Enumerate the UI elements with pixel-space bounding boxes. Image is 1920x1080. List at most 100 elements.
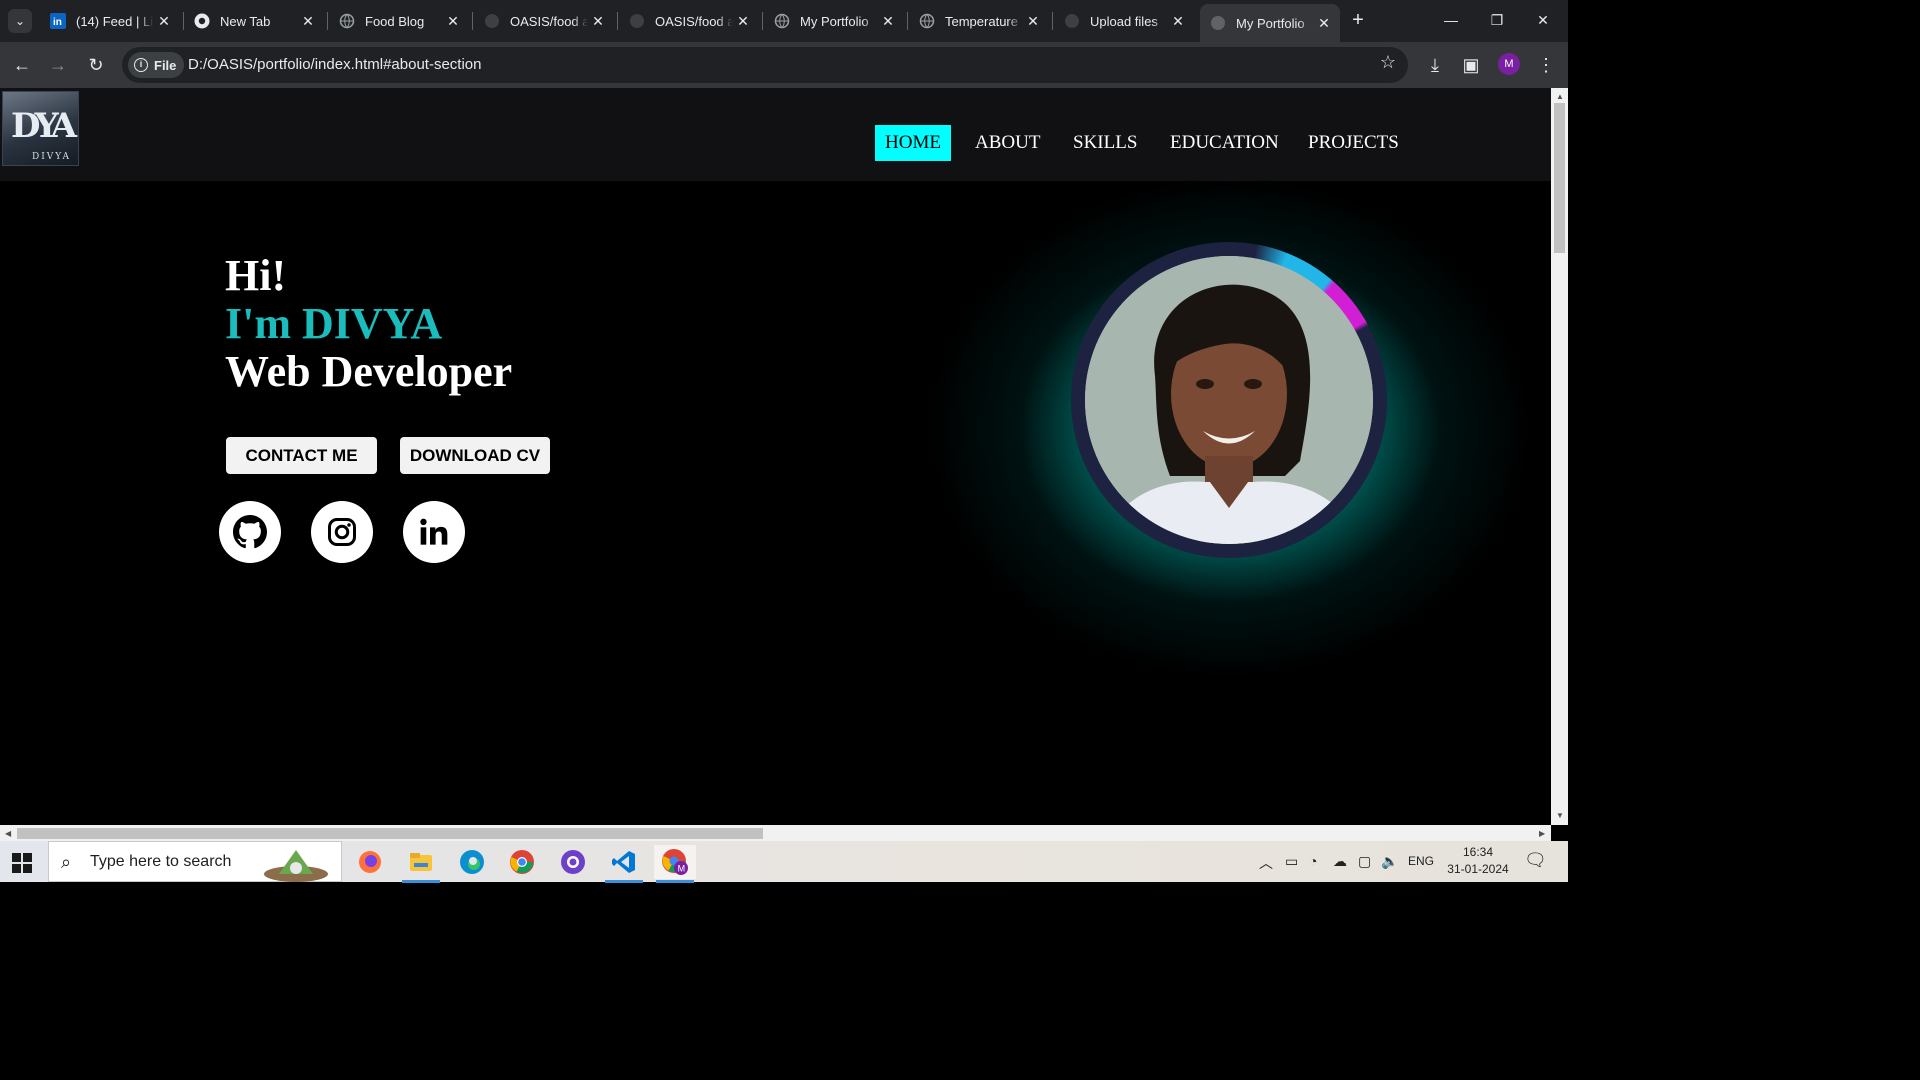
nav-about[interactable]: ABOUT [965, 125, 1050, 161]
logo-mark: DYA [11, 106, 77, 146]
window-close-button[interactable]: ✕ [1520, 0, 1566, 40]
linkedin-icon [420, 518, 448, 545]
new-tab-button[interactable]: + [1346, 9, 1370, 33]
github-icon [484, 13, 500, 29]
linkedin-link[interactable] [403, 501, 465, 563]
hero-role: Web Developer [225, 347, 513, 396]
nav-home[interactable]: HOME [875, 125, 951, 161]
tab-oasis-food-1[interactable]: OASIS/food app ✕ [474, 6, 614, 36]
tab-my-portfolio[interactable]: My Portfolio ✕ [764, 6, 904, 36]
tab-my-portfolio-active[interactable]: My Portfolio ✕ [1200, 4, 1340, 42]
profile-photo [1085, 256, 1373, 544]
site-info-chip[interactable]: i File [128, 52, 185, 78]
profile-avatar[interactable]: M [1498, 53, 1520, 75]
scroll-up-icon[interactable]: ▲ [1556, 92, 1564, 101]
taskbar-github-desktop[interactable] [552, 845, 594, 879]
taskbar-vscode[interactable] [603, 845, 645, 883]
close-icon[interactable]: ✕ [878, 13, 898, 30]
tab-label: Food Blog [365, 13, 425, 29]
tab-separator [1052, 12, 1053, 30]
vertical-scroll-thumb[interactable] [1554, 103, 1565, 253]
close-icon[interactable]: ✕ [733, 13, 753, 30]
close-icon[interactable]: ✕ [1168, 13, 1188, 30]
nav-education[interactable]: EDUCATION [1160, 125, 1289, 161]
downloads-button[interactable]: ⤓ [1421, 51, 1449, 79]
nav-skills[interactable]: SKILLS [1063, 125, 1147, 161]
search-placeholder: Type here to search [90, 853, 232, 870]
github-icon [1064, 13, 1080, 29]
close-icon[interactable]: ✕ [443, 13, 463, 30]
scroll-right-icon[interactable]: ▶ [1539, 829, 1545, 838]
page-viewport: DYA DIVYA HOME ABOUT SKILLS EDUCATION PR… [0, 88, 1551, 825]
tab-new-tab[interactable]: New Tab ✕ [184, 6, 324, 36]
close-icon[interactable]: ✕ [1023, 13, 1043, 30]
start-button[interactable] [12, 853, 32, 873]
tab-food-blog[interactable]: Food Blog ✕ [329, 6, 469, 36]
notifications-icon[interactable]: 🗨 [1524, 850, 1547, 871]
globe-icon [1210, 15, 1226, 31]
tab-linkedin[interactable]: in (14) Feed | LinkedIn ✕ [40, 6, 180, 36]
taskbar-edge[interactable] [451, 845, 493, 879]
forward-button[interactable]: → [44, 51, 72, 79]
address-bar[interactable]: i File D:/OASIS/portfolio/index.html#abo… [122, 47, 1408, 83]
tab-search-button[interactable]: ⌄ [8, 9, 32, 33]
close-icon[interactable]: ✕ [588, 13, 608, 30]
taskbar: ⌕ Type here to search M ︿ ▭ ◔ ☁ ▢ 🔈 ENG … [0, 841, 1568, 883]
minimize-icon: — [1444, 12, 1458, 28]
taskbar-chrome-profile[interactable]: M [654, 845, 696, 883]
site-logo[interactable]: DYA DIVYA [2, 91, 79, 166]
restore-button[interactable]: ❐ [1474, 0, 1520, 40]
taskbar-file-explorer[interactable] [400, 845, 442, 883]
kebab-menu-icon: ⋮ [1537, 54, 1555, 75]
taskbar-clock[interactable]: 16:34 31-01-2024 [1440, 844, 1516, 878]
side-panel-icon: ▣ [1462, 54, 1480, 75]
battery-icon[interactable]: ▭ [1285, 853, 1298, 870]
close-icon[interactable]: ✕ [1314, 15, 1334, 32]
instagram-link[interactable] [311, 501, 373, 563]
instagram-icon [328, 518, 356, 546]
github-icon [629, 13, 645, 29]
site-navbar: DYA DIVYA HOME ABOUT SKILLS EDUCATION PR… [0, 88, 1551, 181]
side-panel-button[interactable]: ▣ [1457, 51, 1485, 79]
tab-oasis-food-2[interactable]: OASIS/food app ✕ [619, 6, 759, 36]
github-link[interactable] [219, 501, 281, 563]
arrow-left-icon: ← [13, 54, 31, 75]
edge-icon [460, 850, 484, 874]
volume-icon[interactable]: 🔈 [1381, 853, 1398, 870]
svg-text:M: M [678, 864, 686, 874]
vscode-icon [612, 851, 635, 873]
tab-upload-files[interactable]: Upload files ✕ [1054, 6, 1194, 36]
globe-icon [774, 13, 790, 29]
taskbar-chrome[interactable] [501, 845, 543, 879]
taskbar-firefox[interactable] [349, 845, 391, 879]
onedrive-cloud-icon[interactable]: ☁ [1333, 853, 1347, 870]
close-icon[interactable]: ✕ [298, 13, 318, 30]
chrome-icon [194, 13, 210, 29]
language-indicator[interactable]: ENG [1408, 854, 1434, 868]
contact-me-button[interactable]: CONTACT ME [226, 437, 377, 474]
close-icon[interactable]: ✕ [154, 13, 174, 30]
url-text[interactable]: D:/OASIS/portfolio/index.html#about-sect… [188, 56, 481, 73]
download-cv-button[interactable]: DOWNLOAD CV [400, 437, 550, 474]
menu-button[interactable]: ⋮ [1532, 51, 1560, 79]
reload-button[interactable]: ↻ [82, 51, 110, 79]
download-icon: ⤓ [1431, 54, 1439, 75]
bookmark-star-icon[interactable]: ☆ [1380, 52, 1396, 73]
scroll-down-icon[interactable]: ▼ [1556, 811, 1564, 820]
close-icon: ✕ [1537, 11, 1549, 28]
globe-icon [919, 13, 935, 29]
tab-label: OASIS/food app [655, 13, 733, 29]
minimize-button[interactable]: — [1428, 0, 1474, 40]
scroll-left-icon[interactable]: ◀ [5, 829, 11, 838]
back-button[interactable]: ← [8, 51, 36, 79]
tray-overflow-chevron-icon[interactable]: ︿ [1259, 853, 1273, 873]
tab-label: Upload files [1090, 13, 1158, 29]
tab-temperature[interactable]: Temperature ✕ [909, 6, 1049, 36]
wifi-icon[interactable]: ◔ [1309, 853, 1317, 869]
taskbar-search[interactable]: ⌕ Type here to search [48, 841, 342, 882]
display-icon[interactable]: ▢ [1358, 853, 1371, 870]
tab-strip: ⌄ in (14) Feed | LinkedIn ✕ New Tab ✕ Fo… [0, 0, 1568, 42]
horizontal-scroll-thumb[interactable] [17, 828, 763, 839]
chrome-profile-icon: M [662, 849, 688, 875]
nav-projects[interactable]: PROJECTS [1298, 125, 1409, 161]
